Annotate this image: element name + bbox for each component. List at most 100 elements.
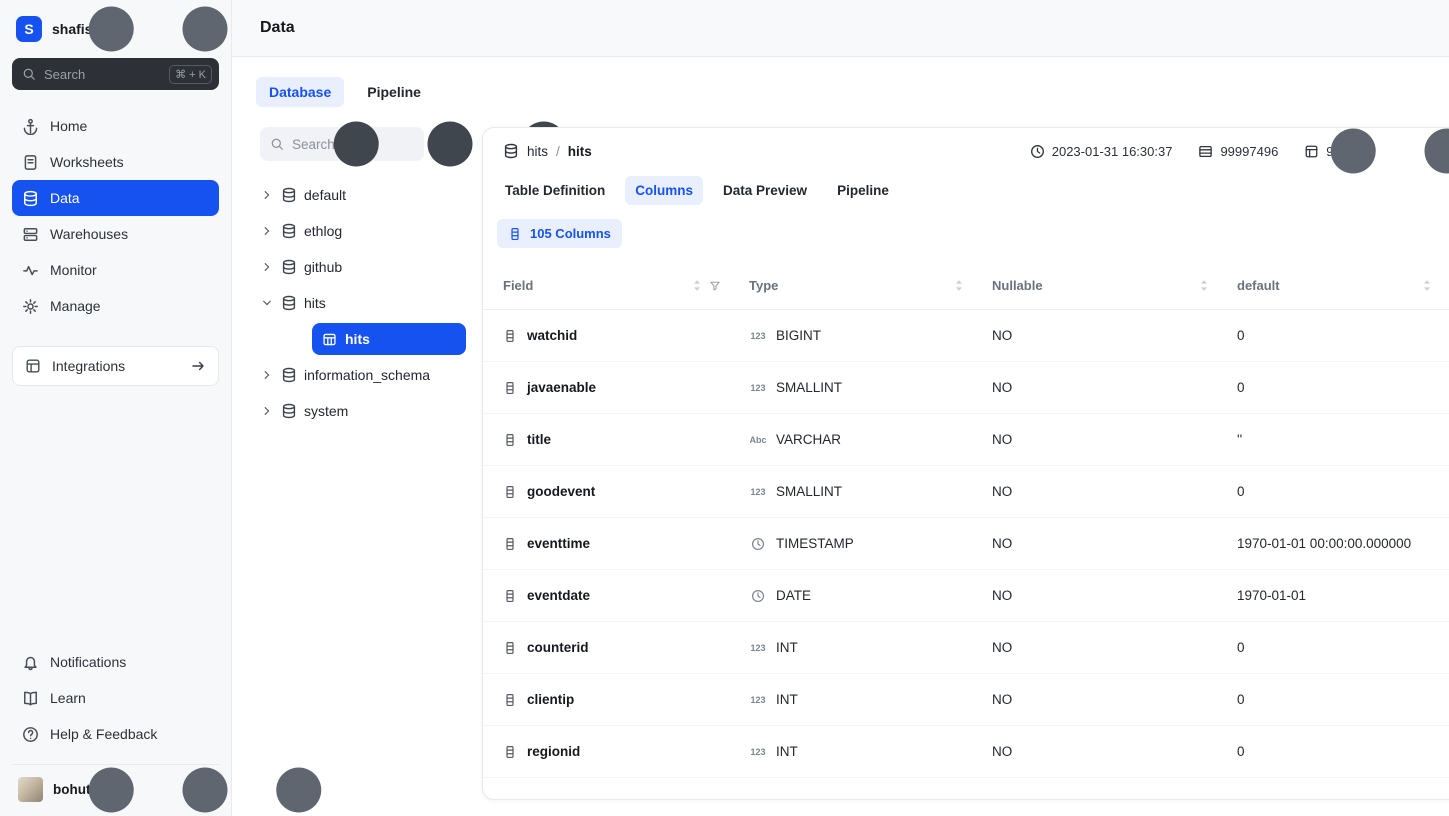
column-icon bbox=[503, 537, 517, 551]
field-nullable: NO bbox=[992, 380, 1237, 395]
avatar[interactable] bbox=[18, 777, 43, 802]
field-name: goodevent bbox=[527, 484, 595, 499]
workspace-menu-button[interactable] bbox=[195, 19, 215, 39]
sidebar-item-worksheets[interactable]: Worksheets bbox=[12, 144, 219, 180]
sidebar: S shafish ⌘ + K Home Worksheets Data Wareho… bbox=[0, 0, 232, 816]
table-row[interactable]: goodevent123SMALLINTNO0 bbox=[483, 466, 1449, 518]
warehouses-icon bbox=[22, 226, 39, 243]
search-icon bbox=[22, 67, 36, 81]
field-type: INT bbox=[776, 640, 798, 655]
tree-item-default[interactable]: default bbox=[260, 177, 466, 213]
tab-data-preview[interactable]: Data Preview bbox=[713, 176, 817, 205]
clock-icon bbox=[749, 537, 767, 551]
sidebar-item-manage[interactable]: Manage bbox=[12, 288, 219, 324]
sort-icon[interactable] bbox=[1199, 278, 1209, 293]
column-icon bbox=[503, 589, 517, 603]
clock-icon bbox=[1030, 144, 1045, 159]
sidebar-item-label: Warehouses bbox=[50, 226, 128, 242]
user-menu-button[interactable] bbox=[195, 780, 215, 800]
tree-item-information-schema[interactable]: information_schema bbox=[260, 357, 466, 393]
field-nullable: NO bbox=[992, 484, 1237, 499]
chevron-down-icon bbox=[260, 296, 274, 310]
sidebar-item-label: Home bbox=[50, 118, 87, 134]
sidebar-item-home[interactable]: Home bbox=[12, 108, 219, 144]
tree-item-system[interactable]: system bbox=[260, 393, 466, 429]
field-type: DATE bbox=[776, 588, 811, 603]
table-row[interactable]: titleAbcVARCHARNO'' bbox=[483, 414, 1449, 466]
stat-updated: 2023-01-31 16:30:37 bbox=[1030, 144, 1173, 159]
field-name: javaenable bbox=[527, 380, 596, 395]
sidebar-item-label: Monitor bbox=[50, 262, 97, 278]
worksheets-icon bbox=[22, 154, 39, 171]
tree-item-hits[interactable]: hits bbox=[260, 285, 466, 321]
field-default: '' bbox=[1237, 432, 1444, 447]
field-nullable: NO bbox=[992, 744, 1237, 759]
field-nullable: NO bbox=[992, 328, 1237, 343]
sidebar-search-input[interactable] bbox=[44, 67, 161, 82]
main-area: Data DatabasePipeline defaultethloggithu… bbox=[232, 0, 1449, 816]
rows-icon bbox=[1198, 144, 1213, 159]
field-name: title bbox=[527, 432, 551, 447]
database-icon bbox=[281, 367, 297, 383]
database-icon bbox=[281, 187, 297, 203]
tab-table-definition[interactable]: Table Definition bbox=[495, 176, 615, 205]
column-header-field: Field bbox=[503, 278, 749, 293]
chevron-right-icon bbox=[260, 404, 274, 418]
sidebar-item-integrations[interactable]: Integrations bbox=[12, 346, 219, 386]
tree-table-hits[interactable]: hits bbox=[312, 323, 466, 355]
tree-item-github[interactable]: github bbox=[260, 249, 466, 285]
table-row[interactable]: watchid123BIGINTNO0 bbox=[483, 310, 1449, 362]
tree-item-label: github bbox=[304, 259, 342, 275]
stat-rows-value: 99997496 bbox=[1220, 144, 1278, 159]
table-row[interactable]: clientip123INTNO0 bbox=[483, 674, 1449, 726]
field-type: VARCHAR bbox=[776, 432, 841, 447]
type-kind-glyph: 123 bbox=[749, 487, 767, 497]
column-icon bbox=[503, 641, 517, 655]
table-row[interactable]: eventtimeTIMESTAMPNO1970-01-01 00:00:00.… bbox=[483, 518, 1449, 570]
field-default: 1970-01-01 00:00:00.000000 bbox=[1237, 536, 1444, 551]
column-icon bbox=[503, 745, 517, 759]
field-default: 1970-01-01 bbox=[1237, 588, 1444, 603]
sort-icon[interactable] bbox=[954, 278, 964, 293]
type-kind-glyph: 123 bbox=[749, 643, 767, 653]
search-shortcut-badge: ⌘ + K bbox=[169, 65, 212, 84]
table-row[interactable]: counterid123INTNO0 bbox=[483, 622, 1449, 674]
chevron-right-icon bbox=[260, 224, 274, 238]
tree-item-label: information_schema bbox=[304, 367, 430, 383]
column-icon bbox=[503, 329, 517, 343]
field-default: 0 bbox=[1237, 640, 1444, 655]
tree-item-ethlog[interactable]: ethlog bbox=[260, 213, 466, 249]
breadcrumb-database[interactable]: hits bbox=[527, 144, 548, 159]
tree-more-button[interactable] bbox=[434, 128, 466, 160]
sidebar-item-label: Data bbox=[50, 190, 80, 206]
table-row[interactable]: regionid123INTNO0 bbox=[483, 726, 1449, 778]
tab-pipeline[interactable]: Pipeline bbox=[827, 176, 899, 205]
field-name: eventdate bbox=[527, 588, 590, 603]
filter-icon[interactable] bbox=[709, 280, 721, 292]
notifications-icon bbox=[22, 654, 39, 671]
tab-columns[interactable]: Columns bbox=[625, 176, 703, 205]
workspace-row: S shafish bbox=[12, 12, 219, 58]
sidebar-item-warehouses[interactable]: Warehouses bbox=[12, 216, 219, 252]
sort-icon[interactable] bbox=[1422, 278, 1432, 293]
type-kind-glyph: Abc bbox=[749, 435, 767, 445]
field-nullable: NO bbox=[992, 692, 1237, 707]
field-type: INT bbox=[776, 692, 798, 707]
sort-icon[interactable] bbox=[692, 278, 702, 293]
column-header-label: default bbox=[1237, 278, 1280, 293]
sidebar-item-monitor[interactable]: Monitor bbox=[12, 252, 219, 288]
workspace-logo: S bbox=[16, 16, 42, 42]
type-kind-glyph: 123 bbox=[749, 747, 767, 757]
table-tabs: Table Definition Columns Data Preview Pipel… bbox=[483, 174, 1449, 213]
database-icon bbox=[503, 143, 519, 159]
sidebar-search[interactable]: ⌘ + K bbox=[12, 58, 219, 90]
table-grid-icon bbox=[322, 332, 337, 347]
field-default: 0 bbox=[1237, 484, 1444, 499]
chevron-right-icon bbox=[260, 260, 274, 274]
sidebar-item-data[interactable]: Data bbox=[12, 180, 219, 216]
learn-icon bbox=[22, 690, 39, 707]
chevron-right-icon bbox=[260, 368, 274, 382]
card-more-button[interactable] bbox=[1436, 140, 1449, 162]
table-row[interactable]: javaenable123SMALLINTNO0 bbox=[483, 362, 1449, 414]
table-row[interactable]: eventdateDATENO1970-01-01 bbox=[483, 570, 1449, 622]
